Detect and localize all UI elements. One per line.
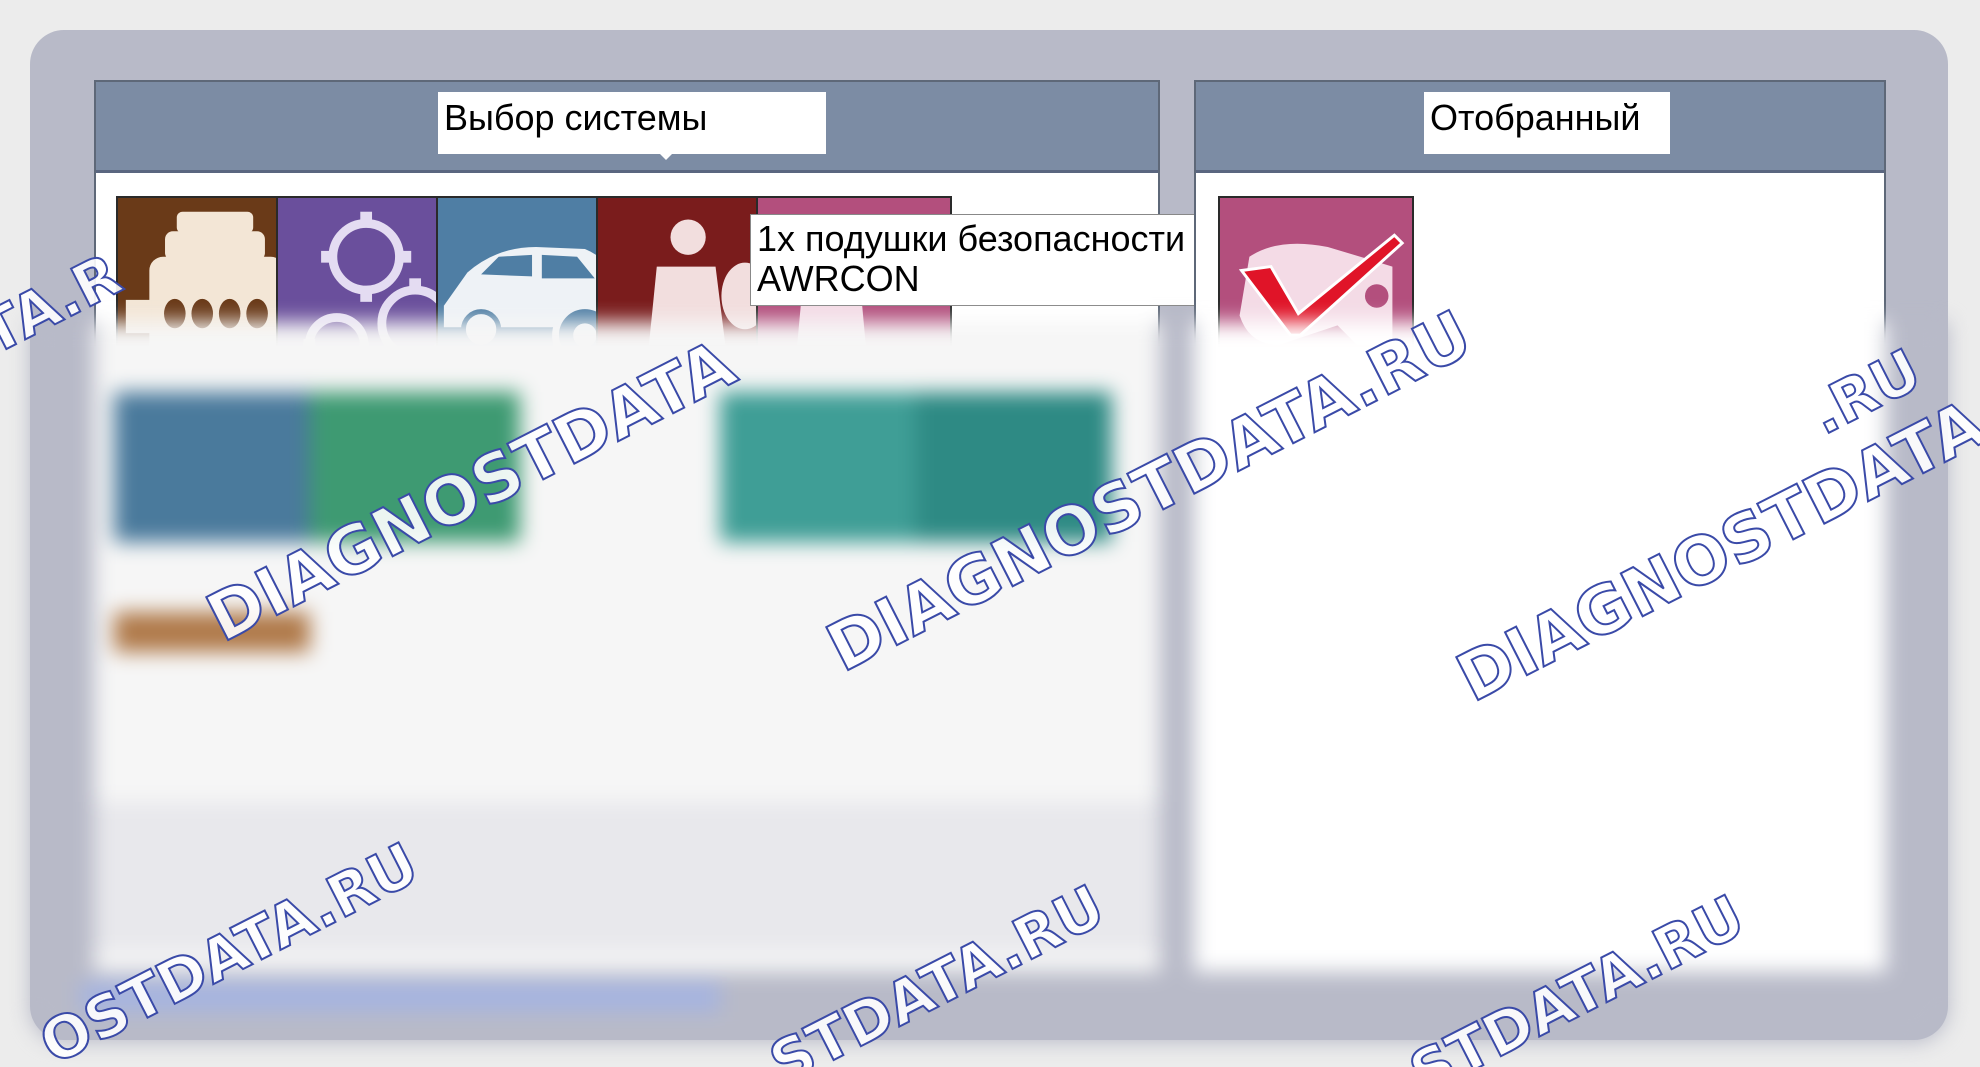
system-selection-title: Выбор системы [438, 92, 826, 154]
selected-header: Отобранный [1196, 82, 1884, 173]
system-selection-header: Выбор системы [96, 82, 1158, 173]
tooltip-line-2: AWRCON [757, 258, 920, 299]
blur-tile-4 [916, 392, 1112, 542]
system-tooltip: 1x подушки безопасности AWRCON [750, 214, 1196, 306]
blur-tile-1 [114, 392, 310, 542]
blur-tile-2 [310, 392, 520, 542]
blur-status-link [80, 982, 720, 1012]
tooltip-line-1: 1x подушки безопасности [757, 218, 1186, 259]
blur-right-panel [1194, 322, 1886, 972]
blur-bottom-band [94, 802, 1160, 952]
blur-tile-5 [114, 612, 310, 652]
blurred-content [0, 322, 1980, 1067]
selected-title: Отобранный [1424, 92, 1670, 154]
title-pointer [656, 150, 676, 160]
blur-tile-3 [720, 392, 916, 542]
